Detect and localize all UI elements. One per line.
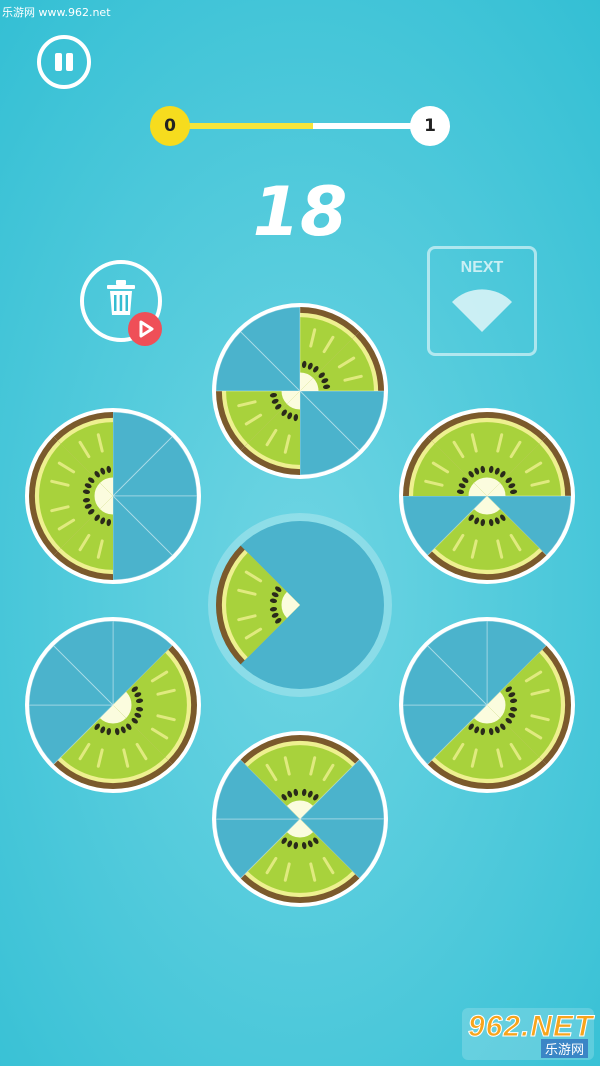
next-piece-preview: NEXT xyxy=(427,246,537,356)
board-lower-left[interactable] xyxy=(25,617,201,793)
board-bottom[interactable] xyxy=(212,731,388,907)
current-level-badge: 0 xyxy=(150,106,190,146)
board-upper-right[interactable] xyxy=(399,408,575,584)
board-top[interactable] xyxy=(212,303,388,479)
play-icon xyxy=(139,320,154,338)
watermark-top: 乐游网 www.962.net xyxy=(2,6,111,19)
pause-button[interactable] xyxy=(37,35,91,89)
progress-fill xyxy=(170,123,313,129)
watermark-bottom: 962.NET 乐游网 xyxy=(462,1008,594,1060)
board-lower-right[interactable] xyxy=(399,617,575,793)
video-ad-badge xyxy=(128,312,162,346)
level-progress: 0 1 xyxy=(150,106,450,146)
board-upper-left[interactable] xyxy=(25,408,201,584)
pause-icon-bar xyxy=(66,53,73,71)
pause-icon xyxy=(55,53,62,71)
trash-button[interactable] xyxy=(80,260,166,346)
score: 18 xyxy=(252,173,348,252)
board-center[interactable] xyxy=(208,513,392,697)
next-level-badge: 1 xyxy=(410,106,450,146)
next-label: NEXT xyxy=(460,259,504,276)
watermark-sub: 乐游网 xyxy=(540,1039,588,1058)
game-stage xyxy=(0,0,600,1066)
